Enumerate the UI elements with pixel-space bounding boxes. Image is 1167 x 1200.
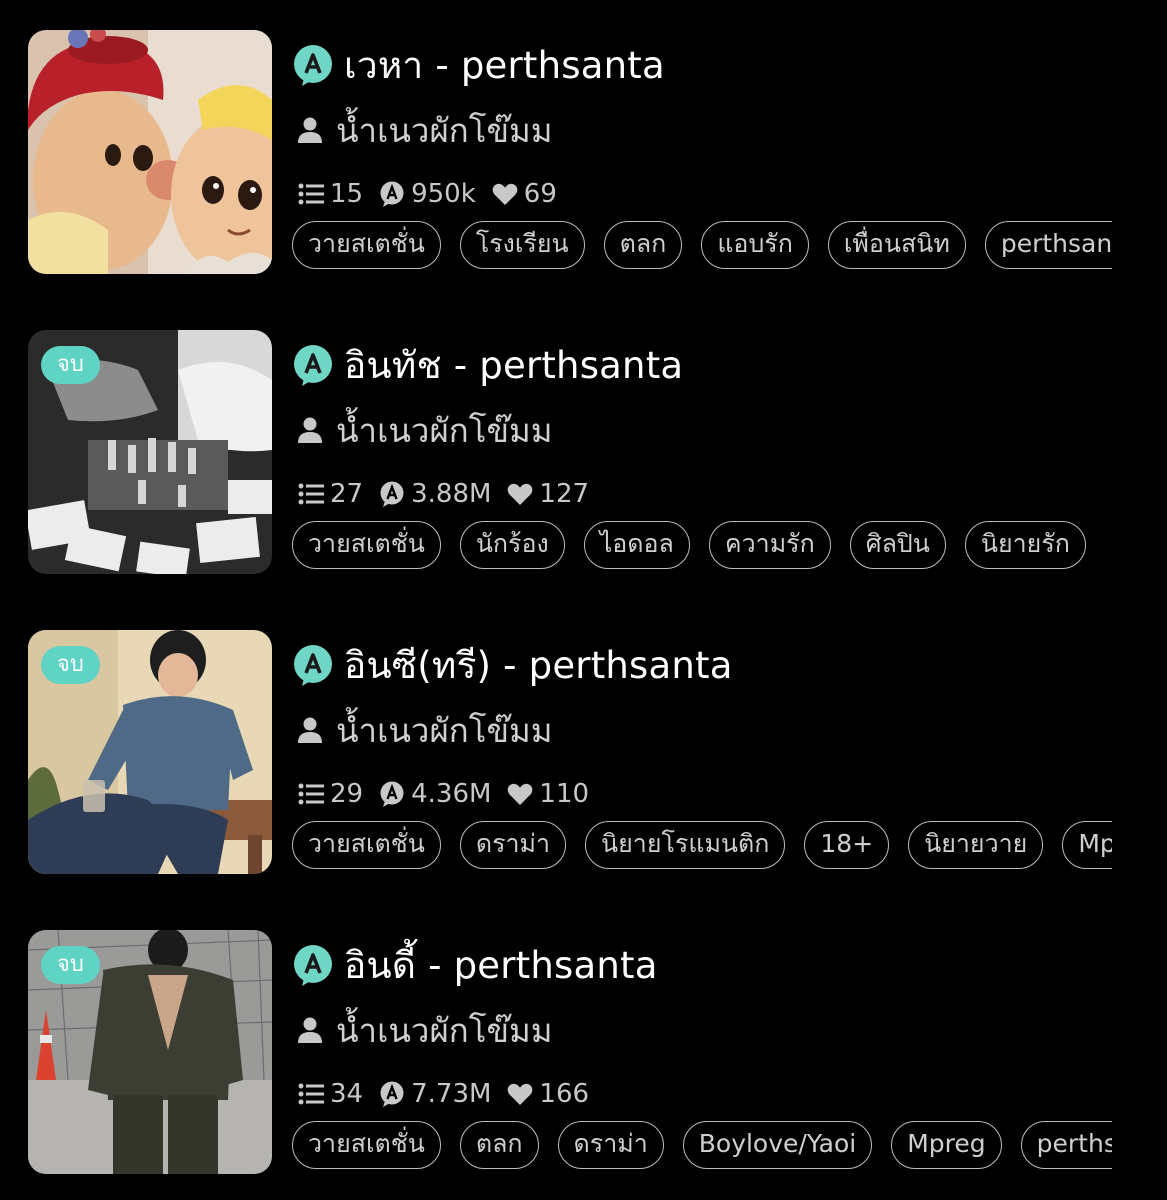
story-title[interactable]: อินซี(ทรี) - perthsanta [344, 636, 733, 695]
tag-chip[interactable]: Boylove/Yaoi [682, 1121, 873, 1169]
tag-chip[interactable]: ไอดอล [583, 521, 690, 569]
story-title[interactable]: อินทัช - perthsanta [344, 336, 683, 395]
tag-chip[interactable]: ตลก [459, 1121, 539, 1169]
user-icon [298, 417, 322, 443]
tag-chip[interactable]: นิยายรัก [964, 521, 1086, 569]
tag-chip[interactable]: โรงเรียน [459, 221, 585, 269]
story-title[interactable]: เวหา - perthsanta [344, 36, 665, 95]
heart-icon [492, 183, 518, 205]
views-icon [380, 481, 404, 507]
views-icon [380, 1081, 404, 1107]
views-icon [380, 781, 404, 807]
tag-chip[interactable]: ศิลปิน [849, 521, 946, 569]
story-title[interactable]: อินดี้ - perthsanta [344, 936, 658, 995]
heart-icon [508, 483, 533, 505]
completed-badge: จบ [41, 946, 100, 984]
list-icon [298, 183, 324, 205]
tag-chip[interactable]: เพื่อนสนิท [827, 221, 966, 269]
tag-chip[interactable]: นิยายโรแมนติก [585, 821, 786, 869]
story-card[interactable]: เวหา - perthsanta น้ำเนวผักโข๊มม 15 950k… [0, 0, 1167, 274]
tag-chip[interactable]: ดราม่า [459, 821, 567, 869]
tag-chip[interactable]: นิยายวาย [908, 821, 1044, 869]
tag-chip[interactable]: นักร้อง [459, 521, 565, 569]
heart-icon [508, 783, 533, 805]
story-cover-image[interactable] [28, 30, 272, 274]
tag-list: วายสเตชั่น ตลก ดราม่า Boylove/Yaoi Mpreg pert… [292, 1121, 1112, 1171]
story-card[interactable]: จบ อินดี้ - perthsanta น้ำเนวผักโข๊มม 34… [0, 900, 1167, 1174]
story-cover-image[interactable]: จบ [28, 330, 272, 574]
list-icon [298, 783, 324, 805]
user-icon [298, 1017, 322, 1043]
tag-chip[interactable]: แอบรัก [701, 221, 809, 269]
tag-list: วายสเตชั่น โรงเรียน ตลก แอบรัก เพื่อนสนิท per… [292, 221, 1112, 271]
tag-chip[interactable]: วายสเตชั่น [292, 521, 441, 569]
list-icon [298, 1083, 324, 1105]
user-icon [298, 717, 322, 743]
views-icon [380, 181, 404, 207]
story-list: เวหา - perthsanta น้ำเนวผักโข๊มม 15 950k… [0, 0, 1167, 1200]
tag-chip[interactable]: Mpreg [891, 1121, 1002, 1169]
app-logo-icon [294, 945, 332, 986]
tag-chip[interactable]: 18+ [804, 821, 890, 869]
author-name[interactable]: น้ำเนวผักโข๊มม [336, 104, 553, 157]
chapter-count: 15 [330, 179, 364, 209]
like-count: 166 [539, 1079, 590, 1109]
tag-chip[interactable]: ความรัก [708, 521, 831, 569]
tag-chip[interactable]: วายสเตชั่น [292, 1121, 441, 1169]
tag-list: วายสเตชั่น นักร้อง ไอดอล ความรัก ศิลปิน นิยาย… [292, 521, 1112, 571]
chapter-count: 29 [330, 779, 364, 809]
list-icon [298, 483, 324, 505]
heart-icon [508, 1083, 533, 1105]
tag-chip[interactable]: วายสเตชั่น [292, 221, 441, 269]
tag-chip[interactable]: วายสเตชั่น [292, 821, 441, 869]
tag-chip[interactable]: perthsanta [1020, 1121, 1112, 1169]
like-count: 69 [523, 179, 557, 209]
completed-badge: จบ [41, 346, 100, 384]
view-count: 7.73M [411, 1079, 492, 1109]
completed-badge: จบ [41, 646, 100, 684]
author-name[interactable]: น้ำเนวผักโข๊มม [336, 1004, 553, 1057]
app-logo-icon [294, 645, 332, 686]
author-name[interactable]: น้ำเนวผักโข๊มม [336, 704, 553, 757]
tag-list: วายสเตชั่น ดราม่า นิยายโรแมนติก 18+ นิยายวาย… [292, 821, 1112, 871]
user-icon [298, 117, 322, 143]
view-count: 4.36M [411, 779, 492, 809]
story-card[interactable]: จบ อินซี(ทรี) - perthsanta น้ำเนวผักโข๊ม… [0, 600, 1167, 874]
like-count: 110 [539, 779, 590, 809]
story-cover-image[interactable]: จบ [28, 930, 272, 1174]
story-card[interactable]: จบ อินทัช - perthsanta น้ำเนวผักโข๊มม 27… [0, 300, 1167, 574]
tag-chip[interactable]: Mpreg [1062, 821, 1112, 869]
chapter-count: 34 [330, 1079, 364, 1109]
tag-chip[interactable]: ตลก [603, 221, 683, 269]
story-cover-image[interactable]: จบ [28, 630, 272, 874]
view-count: 3.88M [411, 479, 492, 509]
app-logo-icon [294, 45, 332, 86]
chapter-count: 27 [330, 479, 364, 509]
author-name[interactable]: น้ำเนวผักโข๊มม [336, 404, 553, 457]
like-count: 127 [539, 479, 590, 509]
app-logo-icon [294, 345, 332, 386]
tag-chip[interactable]: perthsanta [984, 221, 1112, 269]
view-count: 950k [411, 179, 476, 209]
tag-chip[interactable]: ดราม่า [557, 1121, 664, 1169]
